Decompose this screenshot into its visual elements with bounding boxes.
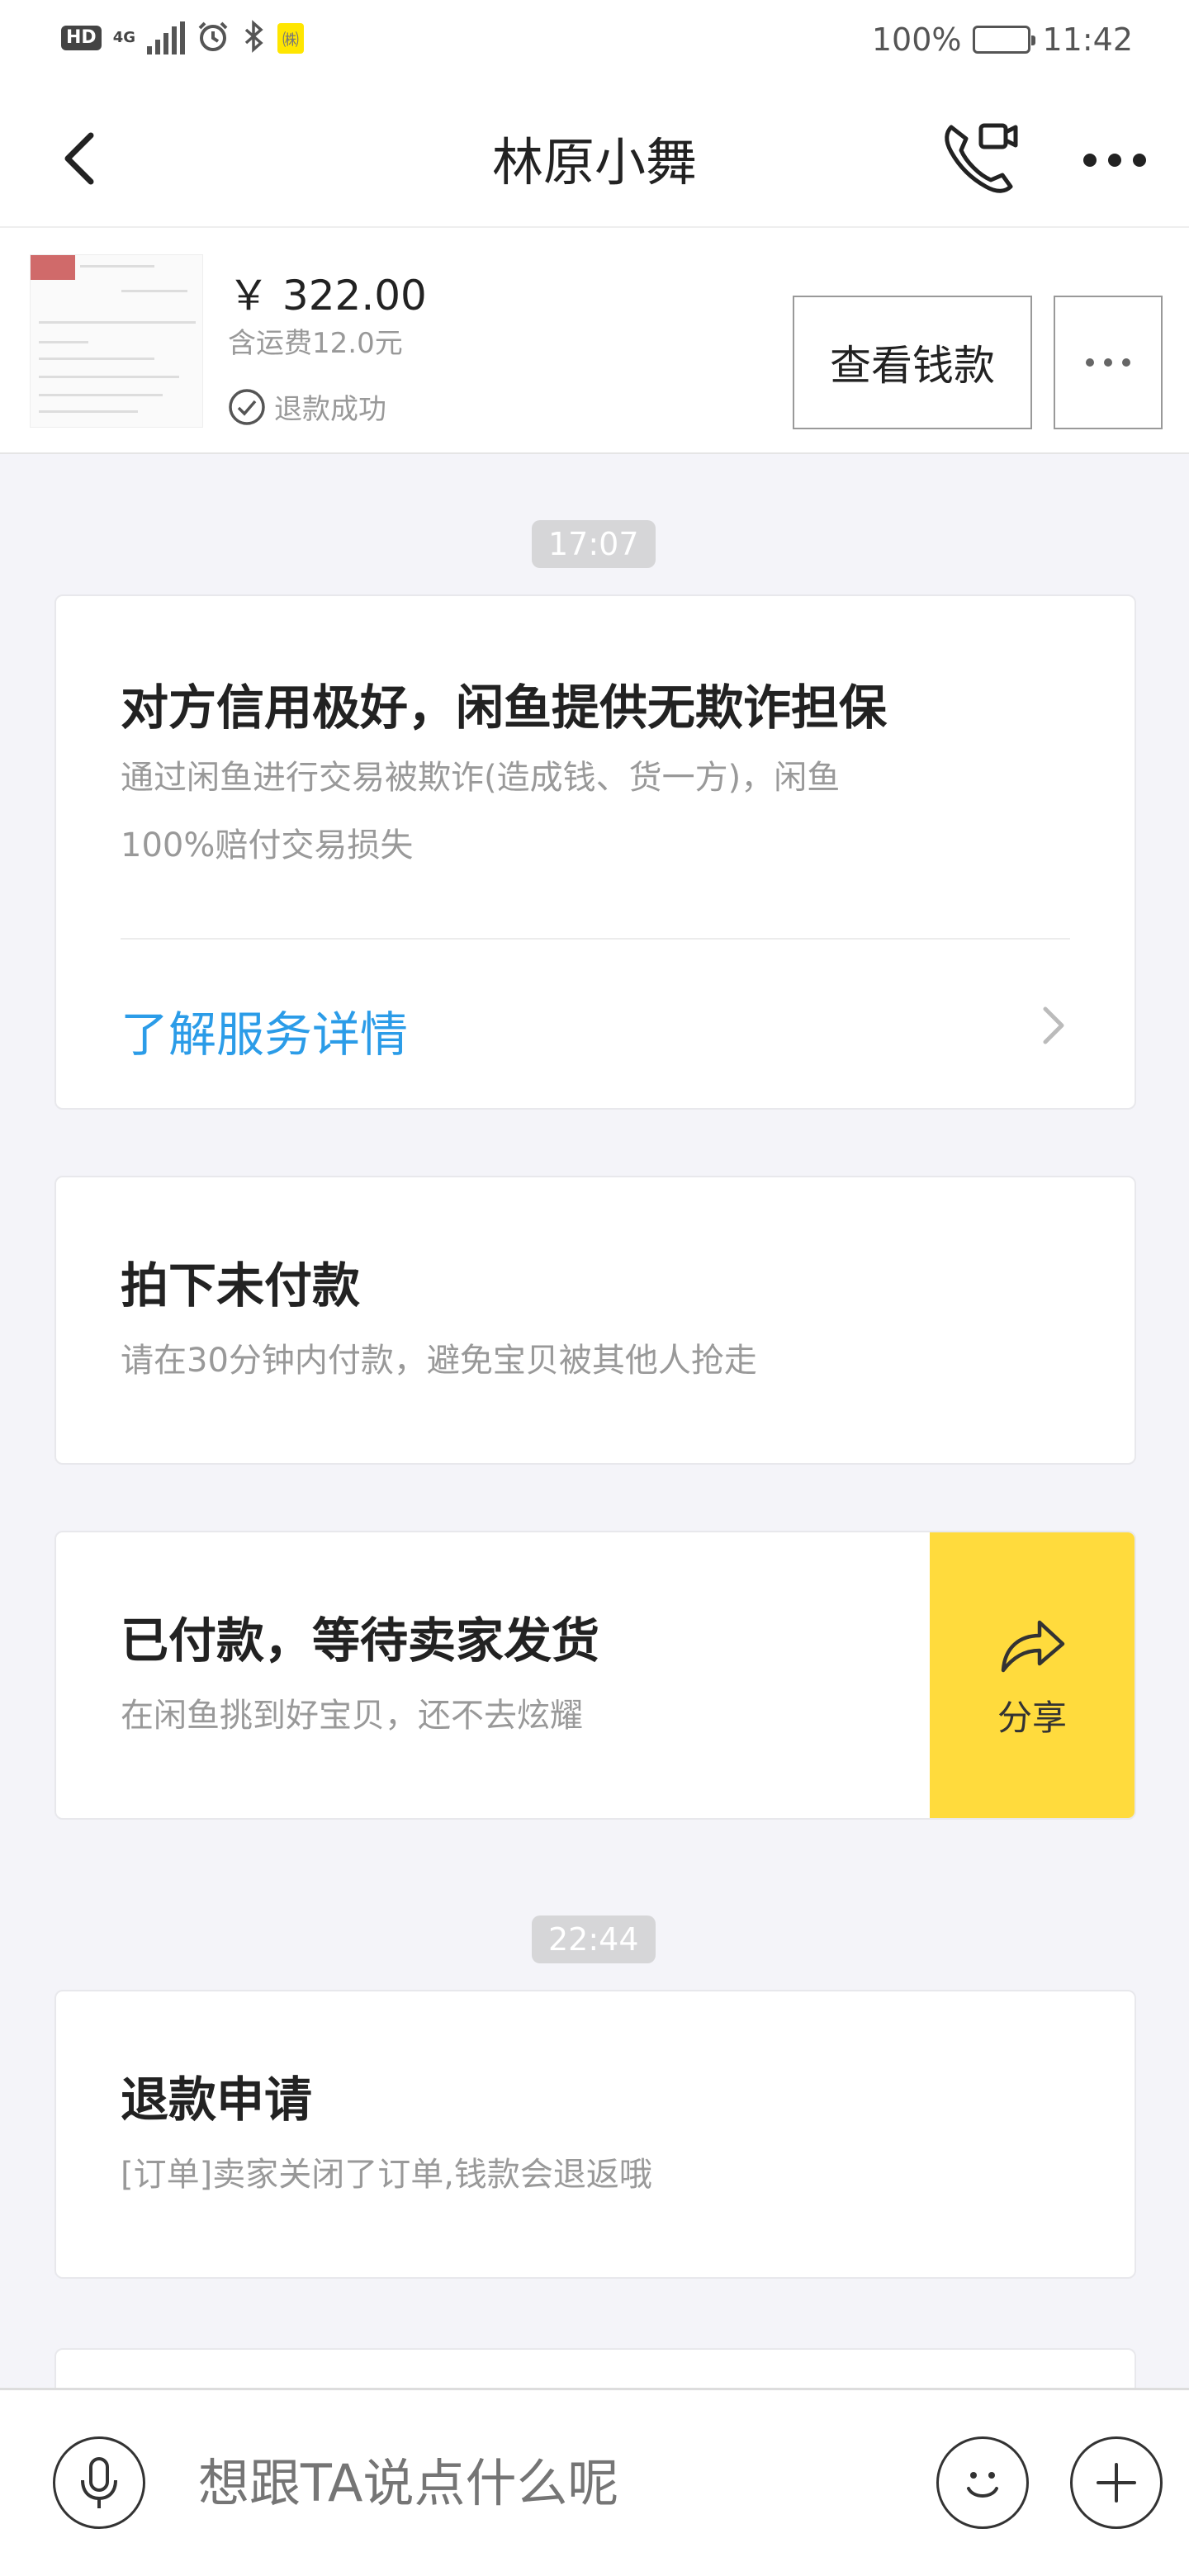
input-bar (0, 2388, 1189, 2576)
timestamp: 17:07 (532, 520, 656, 568)
extra-badge: ㈱ (277, 22, 304, 54)
plus-icon[interactable] (1070, 2436, 1163, 2529)
refund-status-label: 退款成功 (274, 393, 386, 426)
video-call-icon[interactable] (940, 116, 1022, 198)
battery-icon (973, 26, 1036, 54)
bluetooth-icon (241, 20, 266, 56)
message-input[interactable] (198, 2453, 908, 2513)
mic-icon[interactable] (53, 2436, 145, 2529)
item-bar: ￥ 322.00 含运费12.0元 退款成功 查看钱款 (0, 226, 1189, 454)
share-label: 分享 (997, 1697, 1067, 1738)
unpaid-desc: 请在30分钟内付款，避免宝贝被其他人抢走 (121, 1342, 757, 1380)
unpaid-card[interactable]: 拍下未付款 请在30分钟内付款，避免宝贝被其他人抢走 (54, 1176, 1136, 1465)
unpaid-title: 拍下未付款 (121, 1257, 361, 1314)
emoji-icon[interactable] (936, 2436, 1029, 2529)
battery-percent: 100% (871, 21, 962, 58)
status-left: HD 4G ㈱ (61, 20, 304, 56)
refund-status: 退款成功 (228, 386, 386, 427)
more-icon[interactable] (1073, 135, 1156, 185)
item-thumbnail[interactable] (30, 254, 203, 428)
signal-icon (147, 21, 185, 54)
refund-card[interactable]: 退款申请 [订单]卖家关闭了订单,钱款会退返哦 (54, 1990, 1136, 2279)
status-right: 100% 11:42 (872, 21, 1133, 58)
clock: 11:42 (1042, 21, 1133, 58)
alarm-icon (197, 20, 230, 56)
share-button[interactable]: 分享 (930, 1532, 1135, 1818)
refund-title: 退款申请 (121, 2072, 313, 2128)
service-details-link[interactable]: 了解服务详情 (121, 996, 408, 1065)
item-shipping: 含运费12.0元 (228, 327, 403, 360)
timestamp: 22:44 (532, 1915, 656, 1963)
guarantee-desc-line2: 100%赔付交易损失 (121, 826, 414, 864)
guarantee-card: 对方信用极好，闲鱼提供无欺诈担保 通过闲鱼进行交易被欺诈(造成钱、货一方)，闲鱼… (54, 594, 1136, 1110)
check-circle-icon (229, 388, 265, 425)
nav-bar: 林原小舞 (0, 86, 1189, 226)
paid-desc: 在闲鱼挑到好宝贝，还不去炫耀 (121, 1697, 583, 1735)
network-type: 4G (112, 29, 135, 46)
view-money-button[interactable]: 查看钱款 (793, 296, 1032, 429)
refund-desc: [订单]卖家关闭了订单,钱款会退返哦 (121, 2156, 652, 2194)
paid-card[interactable]: 已付款，等待卖家发货 在闲鱼挑到好宝贝，还不去炫耀 分享 (54, 1531, 1136, 1820)
guarantee-desc-line1: 通过闲鱼进行交易被欺诈(造成钱、货一方)，闲鱼 (121, 759, 841, 797)
share-icon (1001, 1620, 1065, 1672)
chevron-right-icon[interactable] (1037, 1001, 1070, 1050)
divider (121, 938, 1070, 940)
guarantee-title: 对方信用极好，闲鱼提供无欺诈担保 (121, 680, 888, 736)
paid-title: 已付款，等待卖家发货 (121, 1612, 600, 1669)
item-more-button[interactable] (1054, 296, 1163, 429)
item-price: ￥ 322.00 (228, 272, 427, 320)
status-bar: HD 4G ㈱ 100% 11:42 (0, 0, 1189, 86)
hd-badge: HD (61, 26, 102, 50)
